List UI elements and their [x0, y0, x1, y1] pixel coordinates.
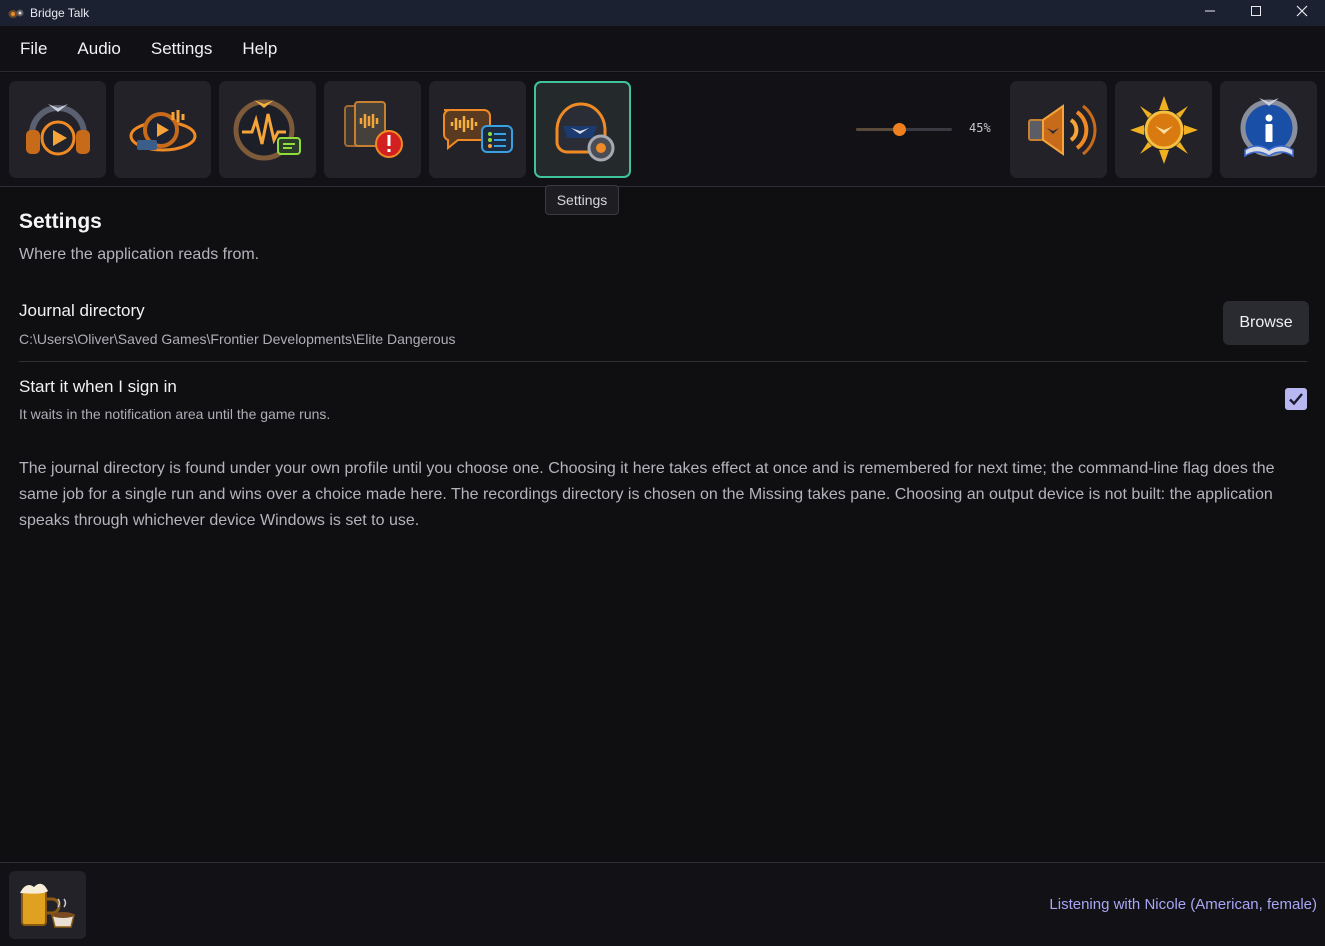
- settings-button[interactable]: [534, 81, 631, 178]
- startup-description: It waits in the notification area until …: [19, 406, 331, 422]
- waveform-monitor-icon: [233, 99, 301, 160]
- settings-helmet-icon: [555, 102, 614, 161]
- info-button[interactable]: [1220, 81, 1317, 178]
- recordings-icon: [129, 109, 196, 151]
- startup-checkbox[interactable]: [1285, 388, 1307, 410]
- beer-coffee-button[interactable]: [9, 871, 86, 939]
- menu-settings[interactable]: Settings: [136, 39, 227, 59]
- checkmark-icon: [1289, 393, 1303, 406]
- close-icon[interactable]: [1279, 0, 1325, 22]
- menu-file[interactable]: File: [0, 39, 62, 59]
- info-book-icon: [1240, 97, 1297, 157]
- brightness-button[interactable]: [1115, 81, 1212, 178]
- toolbar: 45%: [0, 73, 1325, 187]
- beer-coffee-icon: [19, 883, 75, 928]
- status-text: Listening with Nicole (American, female): [1049, 896, 1317, 913]
- missing-takes-icon: [343, 100, 403, 158]
- divider: [19, 361, 1307, 362]
- recordings-button[interactable]: [114, 81, 211, 178]
- volume-slider-thumb[interactable]: [893, 123, 906, 136]
- page-subtitle: Where the application reads from.: [19, 246, 260, 263]
- menu-audio[interactable]: Audio: [62, 39, 135, 59]
- waveform-monitor-button[interactable]: [219, 81, 316, 178]
- browse-button[interactable]: Browse: [1223, 301, 1309, 345]
- menu-help[interactable]: Help: [227, 39, 292, 59]
- minimize-icon[interactable]: [1187, 0, 1233, 22]
- journal-directory-path: C:\Users\Oliver\Saved Games\Frontier Dev…: [19, 331, 456, 347]
- app-logo-icon: [8, 7, 26, 19]
- brightness-icon: [1129, 95, 1198, 164]
- play-headphones-icon: [25, 103, 90, 155]
- maximize-icon[interactable]: [1233, 0, 1279, 22]
- page-title: Settings: [19, 210, 102, 233]
- title-bar: Bridge Talk: [0, 0, 1325, 26]
- volume-label: 45%: [969, 121, 991, 135]
- journal-directory-label: Journal directory: [19, 301, 145, 320]
- menu-bar: File Audio Settings Help: [0, 26, 1325, 72]
- play-headphones-button[interactable]: [9, 81, 106, 178]
- startup-label: Start it when I sign in: [19, 377, 177, 396]
- window-title: Bridge Talk: [30, 6, 90, 20]
- speaker-volume-icon: [1027, 103, 1096, 156]
- missing-takes-button[interactable]: [324, 81, 421, 178]
- status-bar: Listening with Nicole (American, female): [0, 862, 1325, 946]
- settings-note: The journal directory is found under you…: [19, 460, 1275, 529]
- chat-sound-icon: [442, 108, 513, 153]
- chat-sound-button[interactable]: [429, 81, 526, 178]
- speaker-volume-button[interactable]: [1010, 81, 1107, 178]
- volume-slider[interactable]: [856, 123, 952, 137]
- settings-tooltip: Settings: [545, 185, 619, 215]
